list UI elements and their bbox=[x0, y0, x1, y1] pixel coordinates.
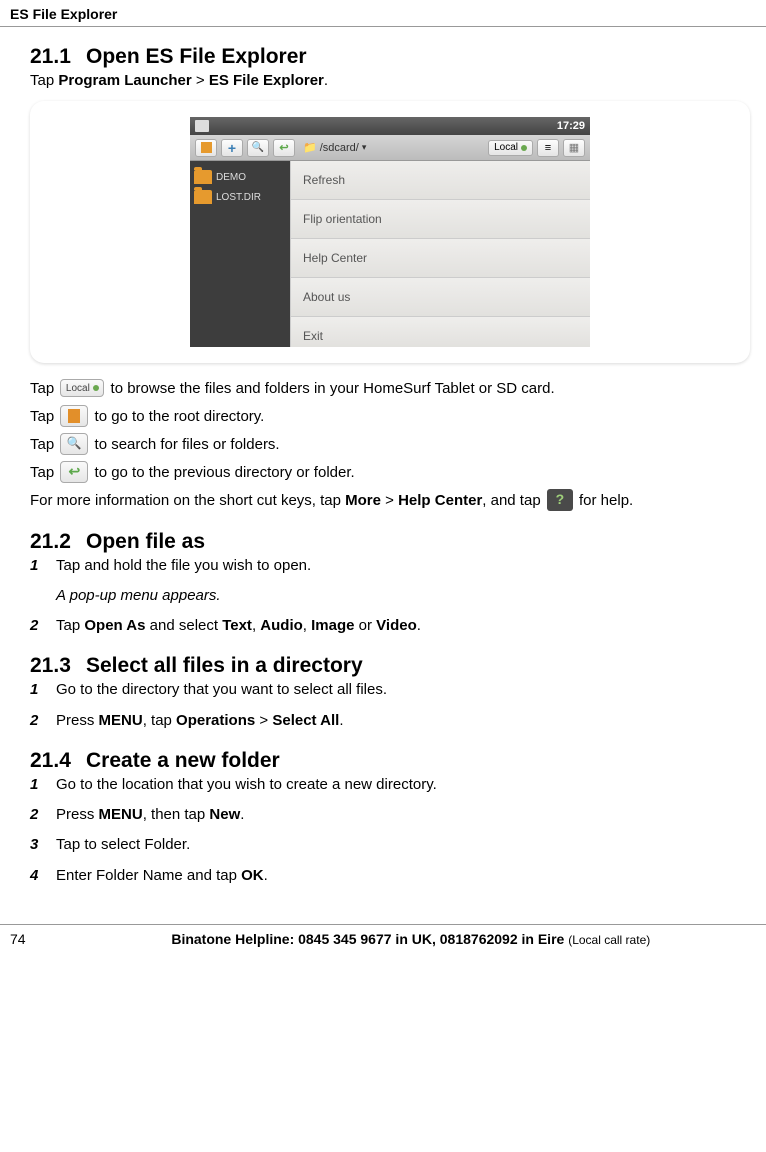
back-icon bbox=[60, 461, 88, 483]
search-button-icon[interactable] bbox=[247, 139, 269, 157]
more-label: More bbox=[345, 491, 381, 508]
helpline-text: Binatone Helpline: 0845 345 9677 in UK, … bbox=[66, 931, 756, 947]
folder-mini-icon: 📁 bbox=[303, 141, 317, 154]
section-title: Open file as bbox=[86, 530, 205, 553]
step-item: 2 Tap Open As and select Text, Audio, Im… bbox=[30, 616, 750, 636]
section-21-1-heading: 21.1Open ES File Explorer bbox=[30, 45, 750, 69]
menu-item-about[interactable]: About us bbox=[291, 278, 590, 317]
tap-back-para: Tap to go to the previous directory or f… bbox=[30, 462, 750, 484]
list-view-button-icon[interactable]: ≡ bbox=[537, 139, 559, 157]
folder-row[interactable]: DEMO bbox=[194, 167, 286, 187]
folder-icon bbox=[194, 170, 212, 184]
folder-name: LOST.DIR bbox=[216, 192, 261, 203]
path-text: /sdcard/ bbox=[320, 142, 359, 154]
tap-root-para: Tap to go to the root directory. bbox=[30, 406, 750, 428]
section-number: 21.4 bbox=[30, 749, 86, 773]
local-label: Local bbox=[494, 142, 518, 153]
page-number: 74 bbox=[10, 931, 26, 947]
step-number: 2 bbox=[30, 711, 46, 731]
menu-item-flip[interactable]: Flip orientation bbox=[291, 200, 590, 239]
menu-item-refresh[interactable]: Refresh bbox=[291, 161, 590, 200]
step-item: 2 Press MENU, tap Operations > Select Al… bbox=[30, 711, 750, 731]
step-item: 1 Tap and hold the file you wish to open… bbox=[30, 556, 750, 607]
step-item: 2 Press MENU, then tap New. bbox=[30, 805, 750, 825]
root-icon bbox=[60, 405, 88, 427]
context-menu: Refresh Flip orientation Help Center Abo… bbox=[290, 161, 590, 347]
section-21-1-intro: Tap Program Launcher > ES File Explorer. bbox=[30, 71, 750, 91]
section-number: 21.2 bbox=[30, 530, 86, 554]
status-bar: 17:29 bbox=[190, 117, 590, 135]
more-help-para: For more information on the short cut ke… bbox=[30, 490, 750, 512]
app-screenshot-frame: 17:29 📁 /sdcard/ ▾ Local ≡ bbox=[30, 101, 750, 363]
signal-icon bbox=[195, 120, 209, 132]
local-green-dot-icon bbox=[93, 385, 99, 391]
step-number: 2 bbox=[30, 805, 46, 825]
step-item: 3 Tap to select Folder. bbox=[30, 835, 750, 855]
menu-item-help-center[interactable]: Help Center bbox=[291, 239, 590, 278]
tap-local-para: Tap Local to browse the files and folder… bbox=[30, 379, 750, 399]
step-number: 2 bbox=[30, 616, 46, 636]
step-number: 3 bbox=[30, 835, 46, 855]
section-title: Create a new folder bbox=[86, 749, 280, 772]
page-header: ES File Explorer bbox=[0, 0, 766, 27]
section-title: Select all files in a directory bbox=[86, 654, 363, 677]
step-number: 1 bbox=[30, 556, 46, 607]
page-footer: 74 Binatone Helpline: 0845 345 9677 in U… bbox=[0, 924, 766, 957]
path-display: 📁 /sdcard/ ▾ bbox=[299, 141, 484, 154]
clock-label: 17:29 bbox=[557, 120, 585, 132]
step-item: 1 Go to the directory that you want to s… bbox=[30, 680, 750, 700]
section-21-2-steps: 1 Tap and hold the file you wish to open… bbox=[30, 556, 750, 637]
header-title: ES File Explorer bbox=[10, 6, 117, 22]
folder-list: DEMO LOST.DIR bbox=[190, 161, 290, 347]
section-number: 21.3 bbox=[30, 654, 86, 678]
step-number: 1 bbox=[30, 680, 46, 700]
back-button-icon[interactable] bbox=[273, 139, 295, 157]
local-icon: Local bbox=[60, 379, 104, 397]
es-file-explorer-label: ES File Explorer bbox=[209, 72, 324, 89]
step-item: 4 Enter Folder Name and tap OK. bbox=[30, 866, 750, 886]
section-21-3-steps: 1 Go to the directory that you want to s… bbox=[30, 680, 750, 731]
app-toolbar: 📁 /sdcard/ ▾ Local ≡ bbox=[190, 135, 590, 161]
menu-item-exit[interactable]: Exit bbox=[291, 317, 590, 347]
local-scope-button[interactable]: Local bbox=[488, 140, 533, 156]
program-launcher-label: Program Launcher bbox=[58, 72, 191, 89]
home-button-icon[interactable] bbox=[195, 139, 217, 157]
help-center-label: Help Center bbox=[398, 491, 482, 508]
step-sub: A pop-up menu appears. bbox=[56, 586, 311, 606]
folder-icon bbox=[194, 190, 212, 204]
folder-name: DEMO bbox=[216, 172, 246, 183]
section-title: Open ES File Explorer bbox=[86, 45, 307, 68]
tap-search-para: Tap to search for files or folders. bbox=[30, 434, 750, 456]
page-content: 21.1Open ES File Explorer Tap Program La… bbox=[0, 45, 766, 904]
section-number: 21.1 bbox=[30, 45, 86, 69]
search-icon bbox=[60, 433, 88, 455]
step-item: 1 Go to the location that you wish to cr… bbox=[30, 775, 750, 795]
path-dropdown-icon[interactable]: ▾ bbox=[362, 142, 367, 153]
section-21-2-heading: 21.2Open file as bbox=[30, 530, 750, 554]
folder-row[interactable]: LOST.DIR bbox=[194, 187, 286, 207]
new-button-icon[interactable] bbox=[221, 139, 243, 157]
file-area: DEMO LOST.DIR Refresh Flip orientation H… bbox=[190, 161, 590, 347]
section-21-4-steps: 1 Go to the location that you wish to cr… bbox=[30, 775, 750, 886]
device-screenshot: 17:29 📁 /sdcard/ ▾ Local ≡ bbox=[190, 117, 590, 347]
step-number: 4 bbox=[30, 866, 46, 886]
help-icon bbox=[547, 489, 573, 511]
grid-view-button-icon[interactable] bbox=[563, 139, 585, 157]
section-21-3-heading: 21.3Select all files in a directory bbox=[30, 654, 750, 678]
local-dot-icon bbox=[521, 145, 527, 151]
step-number: 1 bbox=[30, 775, 46, 795]
section-21-4-heading: 21.4Create a new folder bbox=[30, 749, 750, 773]
